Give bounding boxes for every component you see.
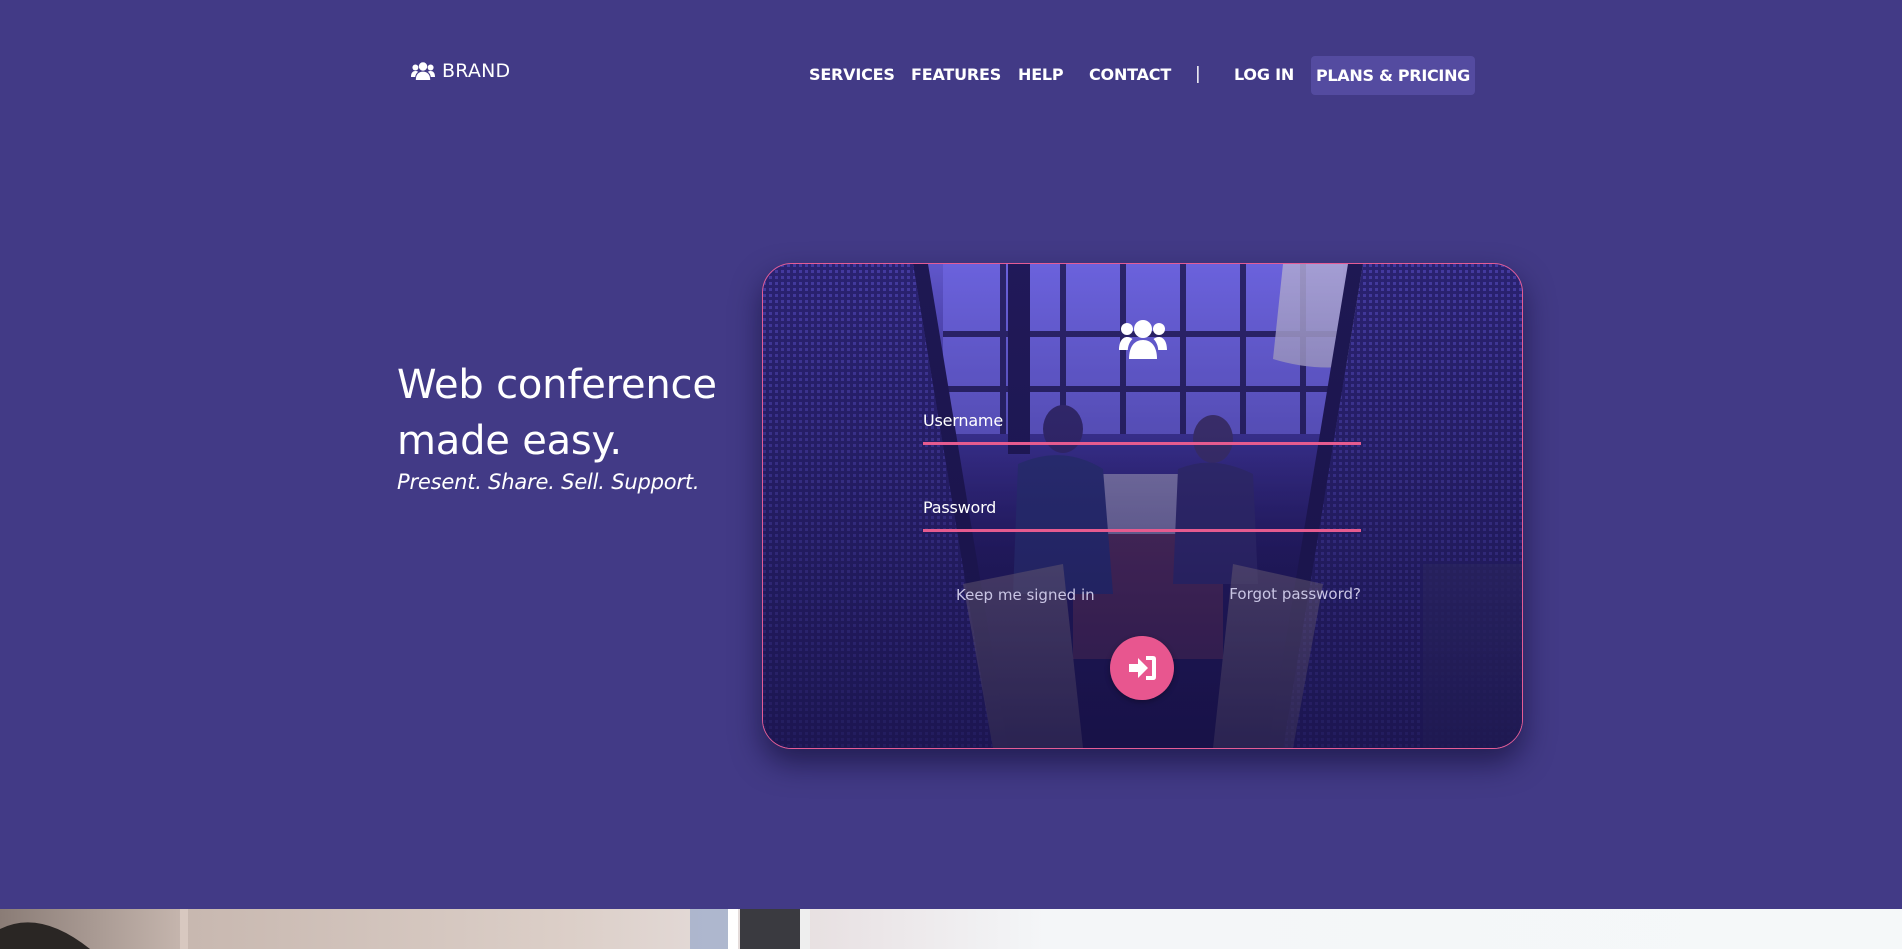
hero-title: Web conference made easy. — [397, 357, 717, 469]
site-header: BRAND SERVICES FEATURES HELP CONTACT | L… — [0, 0, 1902, 150]
bottom-section-image — [0, 909, 1902, 949]
sign-in-button[interactable] — [1110, 636, 1174, 700]
keep-signed-in-checkbox[interactable]: Keep me signed in — [956, 586, 1095, 604]
login-link[interactable]: LOG IN — [1234, 67, 1294, 83]
sign-in-icon — [1129, 656, 1156, 680]
forgot-password-link[interactable]: Forgot password? — [1229, 585, 1361, 603]
nav-features-link[interactable]: FEATURES — [911, 67, 1001, 83]
nav-separator: | — [1195, 64, 1201, 84]
username-input[interactable] — [923, 414, 1361, 445]
main-nav: SERVICES FEATURES HELP CONTACT | LOG IN … — [0, 56, 1902, 96]
plans-pricing-button[interactable]: PLANS & PRICING — [1311, 56, 1475, 95]
nav-help-link[interactable]: HELP — [1018, 67, 1064, 83]
hero-title-line-1: Web conference — [397, 362, 717, 408]
hero-title-line-2: made easy. — [397, 418, 622, 464]
password-input[interactable] — [923, 501, 1361, 532]
users-icon — [1119, 320, 1167, 359]
nav-contact-link[interactable]: CONTACT — [1089, 67, 1171, 83]
nav-services-link[interactable]: SERVICES — [809, 67, 895, 83]
login-card: Username Password Keep me signed in Forg… — [762, 263, 1523, 749]
hero-subtitle: Present. Share. Sell. Support. — [397, 470, 700, 494]
